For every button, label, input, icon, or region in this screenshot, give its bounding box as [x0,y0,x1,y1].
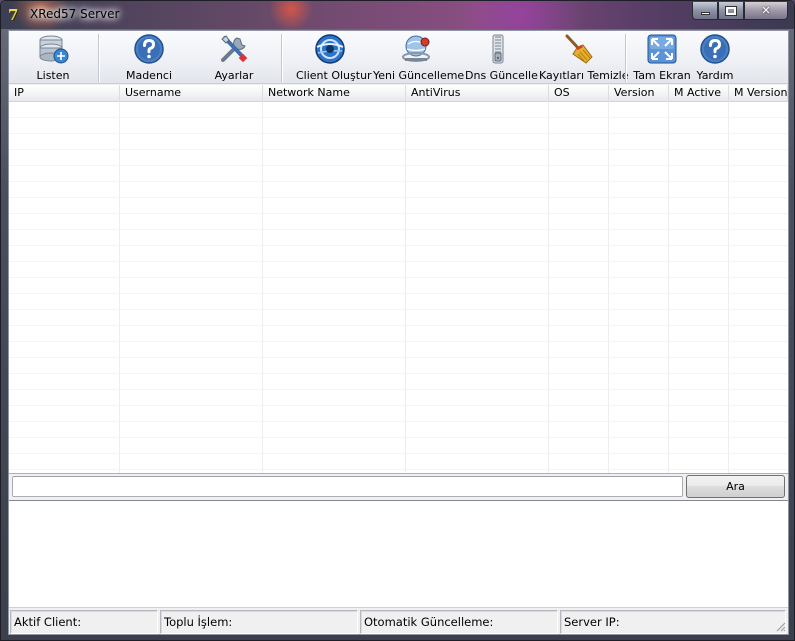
dns-update-button[interactable]: Dns Güncelle [465,33,538,83]
column-header-m-active[interactable]: M Active [669,85,729,102]
row-line [9,197,788,198]
column-header-ip[interactable]: IP [9,85,120,102]
window-controls: ✕ [692,2,788,20]
row-line [9,229,788,230]
tools-icon [218,33,250,65]
app-window: 7 XRed57 Server ✕ Listen Madenci Ayarlar… [0,0,795,641]
grid-line [119,102,120,473]
column-header-version[interactable]: Version [609,85,669,102]
grid-line [262,102,263,473]
row-line [9,293,788,294]
clear-logs-button[interactable]: Kayıtları Temizle [539,33,629,83]
table-body[interactable] [9,102,788,473]
column-header-username[interactable]: Username [120,85,263,102]
broom-icon [563,33,595,65]
network-update-icon [400,33,432,65]
create-client-button[interactable]: Client Oluştur [296,33,372,83]
row-line [9,149,788,150]
row-line [9,117,788,118]
resize-grip-icon[interactable] [774,620,786,632]
row-line [9,133,788,134]
status-auto-update: Otomatik Güncelleme: [360,610,558,634]
client-area: Listen Madenci Ayarlar Client Oluştur Ye… [8,30,789,635]
fullscreen-button[interactable]: Tam Ekran [633,33,691,83]
title-bar[interactable]: 7 XRed57 Server ✕ [1,1,794,29]
row-line [9,325,788,326]
table-header: IP Username Network Name AntiVirus OS Ve… [9,85,788,102]
listen-label: Listen [36,69,70,82]
status-bulk-operation: Toplu İşlem: [160,610,358,634]
zipper-icon [482,33,514,65]
row-line [9,453,788,454]
column-header-os[interactable]: OS [549,85,609,102]
toolbar-separator [98,34,100,82]
fullscreen-label: Tam Ekran [633,69,691,82]
row-line [9,373,788,374]
listen-button[interactable]: Listen [23,33,83,83]
minimize-icon [700,12,710,15]
grid-line [728,102,729,473]
log-textarea[interactable] [9,500,788,608]
status-active-client: Aktif Client: [10,610,158,634]
status-bar: Aktif Client: Toplu İşlem: Otomatik Günc… [9,609,788,634]
new-update-button[interactable]: Yeni Güncelleme [373,33,465,83]
help-icon [133,33,165,65]
minimize-button[interactable] [692,2,718,20]
clients-table[interactable]: IP Username Network Name AntiVirus OS Ve… [9,85,788,474]
fullscreen-icon [646,33,678,65]
madenci-label: Madenci [125,69,173,82]
row-line [9,469,788,470]
grid-line [405,102,406,473]
dns-update-label: Dns Güncelle [465,69,538,82]
clear-logs-label: Kayıtları Temizle [539,69,629,82]
row-line [9,405,788,406]
row-line [9,261,788,262]
grid-line [608,102,609,473]
create-client-label: Client Oluştur [296,69,372,82]
row-line [9,389,788,390]
toolbar-separator [281,34,283,82]
row-line [9,437,788,438]
row-line [9,341,788,342]
help-icon [699,33,731,65]
new-update-label: Yeni Güncelleme [373,69,465,82]
window-title: XRed57 Server [30,7,120,21]
settings-button[interactable]: Ayarlar [209,33,259,83]
server-listen-icon [37,33,69,65]
maximize-button[interactable] [718,2,744,20]
close-button[interactable]: ✕ [744,2,788,20]
row-line [9,213,788,214]
madenci-button[interactable]: Madenci [114,33,184,83]
status-server-ip: Server IP: [560,610,786,634]
search-button[interactable]: Ara [686,475,785,498]
close-icon: ✕ [761,4,771,17]
toolbar-separator [625,34,627,82]
help-label: Yardım [696,69,734,82]
help-button[interactable]: Yardım [693,33,737,83]
row-line [9,165,788,166]
row-line [9,357,788,358]
row-line [9,309,788,310]
maximize-icon [725,5,737,16]
row-line [9,181,788,182]
row-line [9,245,788,246]
column-header-network-name[interactable]: Network Name [263,85,406,102]
column-header-m-version[interactable]: M Version [729,85,788,102]
globe-icon [314,33,346,65]
app-logo-icon: 7 [8,6,19,24]
grid-line [548,102,549,473]
toolbar: Listen Madenci Ayarlar Client Oluştur Ye… [9,31,788,84]
row-line [9,277,788,278]
column-header-antivirus[interactable]: AntiVirus [406,85,549,102]
row-line [9,421,788,422]
settings-label: Ayarlar [214,69,254,82]
grid-line [668,102,669,473]
search-input[interactable] [12,476,683,497]
